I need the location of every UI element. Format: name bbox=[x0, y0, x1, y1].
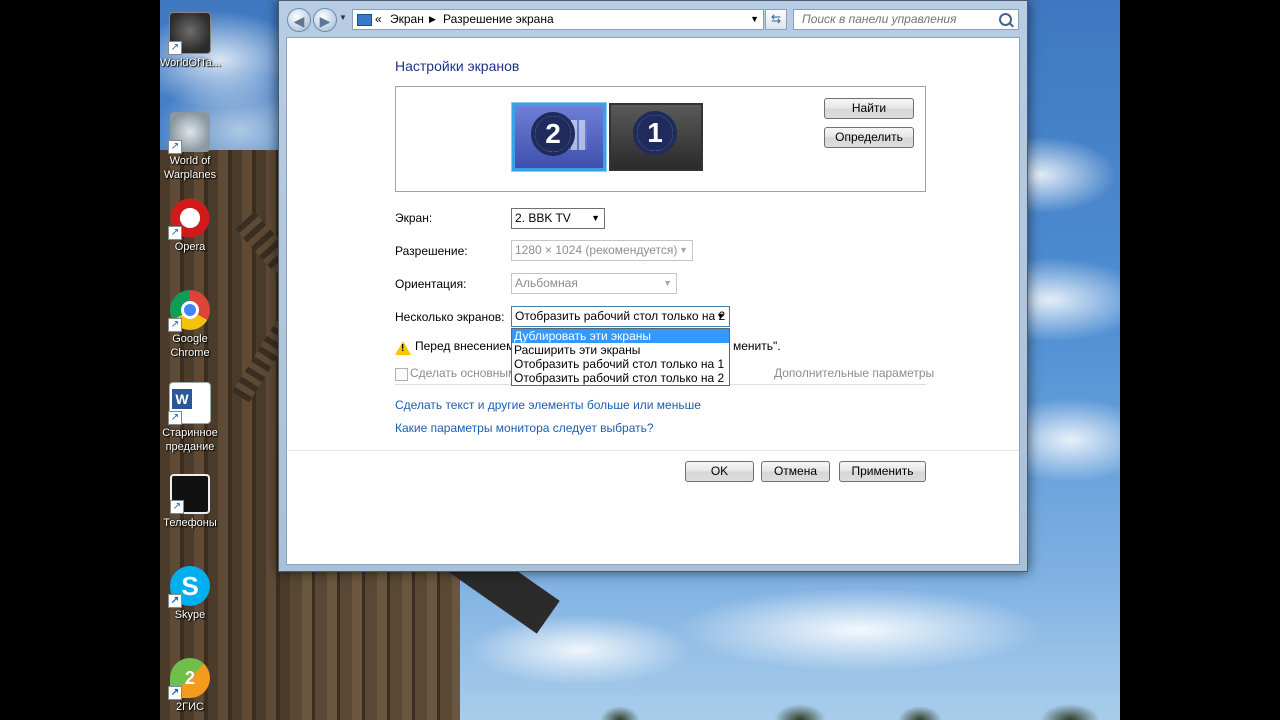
dropdown-option-duplicate[interactable]: Дублировать эти экраны bbox=[512, 329, 729, 343]
skype-icon: S bbox=[168, 566, 210, 608]
opera-icon bbox=[168, 198, 210, 240]
desktop-icon-chrome[interactable]: Google Chrome bbox=[160, 290, 220, 360]
chevron-down-icon: ▼ bbox=[716, 311, 725, 321]
monitor-1[interactable]: 1 bbox=[609, 103, 703, 171]
display-label: Экран: bbox=[395, 211, 433, 225]
chevron-down-icon: ▼ bbox=[663, 278, 672, 288]
world-of-tanks-icon bbox=[168, 12, 211, 55]
warning-text-end: менить". bbox=[733, 339, 781, 353]
desktop-icon-2gis[interactable]: 2 2ГИС bbox=[160, 658, 220, 714]
control-panel-icon bbox=[357, 14, 372, 26]
display-select[interactable]: 2. BBK TV ▼ bbox=[511, 208, 605, 229]
monitor-number-badge: 2 bbox=[531, 112, 575, 156]
desktop-icon-label: World of Warplanes bbox=[163, 155, 217, 181]
page-title: Настройки экранов bbox=[395, 58, 520, 74]
breadcrumb-arrow-icon[interactable]: ▶ bbox=[429, 10, 436, 29]
back-button[interactable]: ◀ bbox=[287, 8, 311, 32]
chevron-down-icon: ▼ bbox=[679, 245, 688, 255]
forward-button[interactable]: ▶ bbox=[313, 8, 337, 32]
ok-button[interactable]: OK bbox=[685, 461, 754, 482]
search-box[interactable] bbox=[793, 9, 1019, 30]
resolution-select[interactable]: 1280 × 1024 (рекомендуется) ▼ bbox=[511, 240, 693, 261]
multiple-displays-dropdown-list: Дублировать эти экраны Расширить эти экр… bbox=[511, 328, 730, 386]
dropdown-option-only-1[interactable]: Отобразить рабочий стол только на 1 bbox=[512, 357, 729, 371]
monitor-number-badge: 1 bbox=[633, 111, 677, 155]
breadcrumb-overflow[interactable]: « bbox=[375, 10, 382, 29]
dropdown-option-extend[interactable]: Расширить эти экраны bbox=[512, 343, 729, 357]
2gis-icon: 2 bbox=[168, 658, 210, 700]
wallpaper-trees bbox=[600, 700, 1120, 720]
breadcrumb-screen-resolution[interactable]: Разрешение экрана bbox=[443, 10, 554, 29]
cancel-button[interactable]: Отмена bbox=[761, 461, 830, 482]
world-of-warplanes-icon bbox=[168, 112, 210, 154]
arrow-left-icon: ◀ bbox=[293, 13, 305, 29]
phones-app-icon bbox=[170, 474, 210, 514]
search-input[interactable] bbox=[800, 11, 1000, 27]
chevron-down-icon: ▼ bbox=[591, 213, 600, 223]
address-dropdown-icon[interactable]: ▼ bbox=[750, 10, 759, 29]
screen-resolution-window: ◀ ▶ ▼ « Экран ▶ Разрешение экрана ▼ ⇆ На… bbox=[278, 0, 1028, 572]
text-size-link[interactable]: Сделать текст и другие элементы больше и… bbox=[395, 398, 701, 412]
warning-text: Перед внесением bbox=[415, 339, 515, 353]
multiple-displays-select[interactable]: Отобразить рабочий стол только на 2 ▼ bbox=[511, 306, 730, 327]
make-main-display-label: Сделать основным bbox=[410, 366, 517, 380]
monitor-2[interactable]: 2 bbox=[511, 102, 607, 172]
desktop-icon-label: Старинное предание bbox=[162, 427, 218, 453]
orientation-label: Ориентация: bbox=[395, 277, 467, 291]
desktop-icon-opera[interactable]: Opera bbox=[160, 198, 220, 254]
make-main-display-checkbox[interactable] bbox=[395, 368, 408, 381]
refresh-icon: ⇆ bbox=[770, 12, 782, 26]
desktop-icon-world-of-warplanes[interactable]: World of Warplanes bbox=[160, 112, 220, 182]
refresh-button[interactable]: ⇆ bbox=[765, 9, 787, 30]
dropdown-option-only-2[interactable]: Отобразить рабочий стол только на 2 bbox=[512, 371, 729, 385]
address-bar[interactable]: « Экран ▶ Разрешение экрана ▼ bbox=[352, 9, 764, 30]
desktop-icon-skype[interactable]: S Skype bbox=[160, 566, 220, 622]
identify-button[interactable]: Определить bbox=[824, 127, 914, 148]
orientation-select[interactable]: Альбомная ▼ bbox=[511, 273, 677, 294]
find-button[interactable]: Найти bbox=[824, 98, 914, 119]
chrome-icon bbox=[168, 290, 210, 332]
which-settings-link[interactable]: Какие параметры монитора следует выбрать… bbox=[395, 421, 654, 435]
wallpaper-windmill-base bbox=[290, 560, 460, 720]
letterbox-left bbox=[0, 0, 160, 720]
divider bbox=[287, 450, 1019, 451]
desktop-icon-label: Skype bbox=[174, 609, 206, 621]
resolution-label: Разрешение: bbox=[395, 244, 468, 258]
desktop-icon-label: Google Chrome bbox=[170, 333, 210, 359]
warning-icon: ! bbox=[395, 341, 411, 355]
desktop-icon-phones[interactable]: Телефоны bbox=[160, 474, 220, 530]
desktop-icon-word-document[interactable]: Старинное предание bbox=[160, 382, 220, 454]
desktop-icon-label: WorldOfTa... bbox=[160, 57, 221, 69]
window-titlebar: ◀ ▶ ▼ « Экран ▶ Разрешение экрана ▼ ⇆ bbox=[279, 1, 1027, 37]
multiple-displays-label: Несколько экранов: bbox=[395, 310, 505, 324]
desktop-icon-label: 2ГИС bbox=[176, 701, 204, 713]
desktop-icon-label: Телефоны bbox=[163, 517, 217, 529]
desktop-icon-label: Opera bbox=[174, 241, 206, 253]
recent-pages-chevron-icon[interactable]: ▼ bbox=[339, 13, 347, 22]
word-document-icon bbox=[168, 382, 211, 425]
window-content: Настройки экранов 2 1 Найти Определить Э… bbox=[286, 37, 1020, 565]
letterbox-right bbox=[1120, 0, 1280, 720]
apply-button[interactable]: Применить bbox=[839, 461, 926, 482]
arrow-right-icon: ▶ bbox=[319, 13, 331, 29]
breadcrumb-display[interactable]: Экран bbox=[390, 10, 424, 29]
advanced-settings-link[interactable]: Дополнительные параметры bbox=[774, 366, 934, 380]
desktop-icon-world-of-tanks[interactable]: WorldOfTa... bbox=[160, 12, 221, 70]
search-icon[interactable] bbox=[999, 13, 1012, 26]
